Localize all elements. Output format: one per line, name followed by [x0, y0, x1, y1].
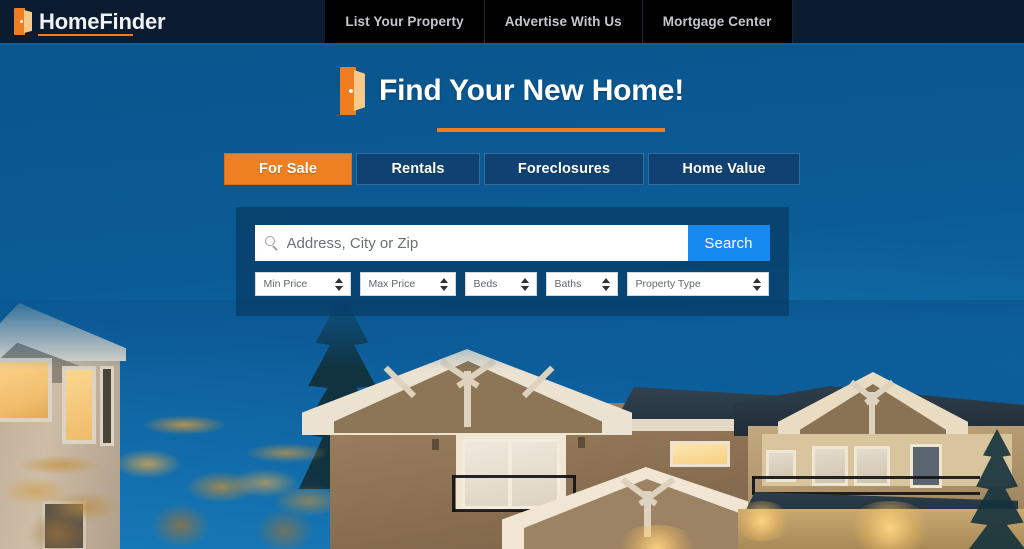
search-button[interactable]: Search	[687, 225, 770, 261]
search-type-tabs: For Sale Rentals Foreclosures Home Value	[0, 153, 1024, 185]
door-knob-shape	[20, 20, 23, 23]
window-mullion	[508, 442, 513, 506]
nav-item-advertise-with-us[interactable]: Advertise With Us	[483, 0, 642, 43]
page-root: HomeFinder List Your Property Advertise …	[0, 0, 1024, 549]
title-underline	[437, 128, 665, 132]
filter-property-type-label: Property Type	[635, 278, 701, 290]
chevron-down-icon	[439, 285, 448, 291]
filter-max-price-label: Max Price	[368, 278, 416, 290]
tab-rentals[interactable]: Rentals	[356, 153, 480, 185]
search-panel: Search Min Price Max Price	[235, 207, 789, 316]
filter-min-price[interactable]: Min Price	[254, 272, 351, 296]
door-knob-shape	[348, 89, 353, 93]
chevron-down-icon	[752, 285, 761, 291]
search-input[interactable]	[286, 225, 688, 261]
main-house	[302, 349, 802, 549]
tab-foreclosures[interactable]: Foreclosures	[484, 153, 644, 185]
main-navigation: List Your Property Advertise With Us Mor…	[325, 0, 793, 43]
filter-property-type[interactable]: Property Type	[626, 272, 769, 296]
nav-item-list-your-property[interactable]: List Your Property	[325, 0, 483, 43]
right-house-entry-light	[732, 501, 792, 541]
filter-beds-label: Beds	[473, 278, 498, 290]
tab-home-value[interactable]: Home Value	[648, 153, 800, 185]
balcony-rail-top	[452, 475, 576, 478]
hero-section: Find Your New Home! For Sale Rentals For…	[0, 45, 1024, 549]
brand-logo[interactable]: HomeFinder	[0, 0, 185, 43]
search-icon	[264, 236, 279, 251]
open-door-icon	[339, 67, 365, 115]
filter-beds[interactable]: Beds	[464, 272, 537, 296]
right-house-balcony-door	[910, 444, 942, 488]
chevron-down-icon	[520, 285, 529, 291]
right-balcony-rail-post	[752, 476, 755, 495]
site-header: HomeFinder List Your Property Advertise …	[0, 0, 1024, 45]
wall-sconce-left	[432, 439, 439, 450]
right-house-window-3	[854, 446, 890, 486]
door-panel-shape	[24, 10, 32, 33]
right-house-porch-light	[846, 501, 934, 549]
right-balcony-rail-top	[752, 476, 980, 479]
nav-item-mortgage-center[interactable]: Mortgage Center	[641, 0, 793, 43]
left-house-window-2	[62, 366, 96, 444]
chevron-down-icon	[601, 285, 610, 291]
chevron-up-icon	[520, 277, 529, 283]
main-house-balcony-window	[462, 439, 560, 509]
brand-name: HomeFinder	[39, 8, 166, 34]
right-house-window-2	[812, 446, 848, 486]
brand-underline	[38, 34, 133, 36]
open-door-icon	[14, 8, 32, 35]
balcony-rail-post-left	[452, 475, 455, 512]
chevron-updown-icon	[439, 277, 449, 291]
filter-baths[interactable]: Baths	[545, 272, 618, 296]
chevron-up-icon	[334, 277, 343, 283]
hero-title-row: Find Your New Home!	[0, 45, 1024, 115]
door-frame-shape	[339, 67, 356, 115]
chevron-updown-icon	[520, 277, 530, 291]
chevron-down-icon	[334, 285, 343, 291]
chevron-updown-icon	[752, 277, 762, 291]
wall-sconce-right	[578, 437, 585, 448]
search-row: Search	[254, 225, 770, 261]
search-icon-handle	[272, 245, 278, 251]
search-filters: Min Price Max Price Beds Baths Property …	[254, 272, 770, 296]
filter-baths-label: Baths	[554, 278, 582, 290]
search-input-wrapper[interactable]	[254, 225, 688, 261]
chevron-up-icon	[439, 277, 448, 283]
chevron-up-icon	[752, 277, 761, 283]
chevron-up-icon	[601, 277, 610, 283]
chevron-updown-icon	[601, 277, 611, 291]
tab-for-sale[interactable]: For Sale	[224, 153, 352, 185]
filter-min-price-label: Min Price	[263, 278, 308, 290]
left-house-window-1	[0, 358, 52, 422]
main-house-lit-window	[670, 441, 730, 467]
hero-photo-houses-at-dusk	[0, 300, 1024, 549]
page-title: Find Your New Home!	[378, 74, 685, 107]
hero-content: Find Your New Home! For Sale Rentals For…	[0, 45, 1024, 316]
chevron-updown-icon	[334, 277, 344, 291]
filter-max-price[interactable]: Max Price	[359, 272, 456, 296]
door-panel-shape	[353, 70, 365, 111]
